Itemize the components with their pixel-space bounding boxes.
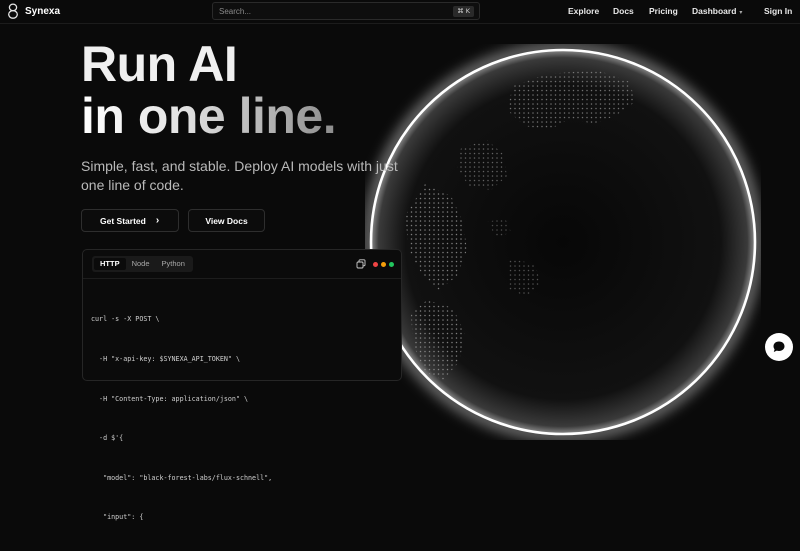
view-docs-label: View Docs: [205, 215, 248, 226]
nav-link-dashboard[interactable]: Dashboard ▾: [692, 6, 742, 16]
nav-link-pricing[interactable]: Pricing: [649, 6, 678, 16]
code-block: curl -s -X POST \ -H "x-api-key: $SYNEXA…: [91, 287, 272, 551]
brand-logo[interactable]: Synexa: [7, 3, 60, 19]
globe-illustration: [365, 44, 761, 440]
view-docs-button[interactable]: View Docs: [188, 209, 265, 232]
code-panel-divider: [83, 278, 401, 279]
chat-support-button[interactable]: [765, 333, 793, 361]
nav-link-docs[interactable]: Docs: [613, 6, 634, 16]
code-line: -H "x-api-key: $SYNEXA_API_TOKEN" \: [91, 355, 240, 364]
code-line: -d $'{: [91, 434, 124, 443]
hero-subtitle: Simple, fast, and stable. Deploy AI mode…: [81, 158, 398, 193]
brand-name: Synexa: [25, 5, 61, 17]
window-dots: [373, 262, 394, 267]
tab-node[interactable]: Node: [126, 258, 156, 270]
code-line: curl -s -X POST \: [91, 315, 160, 324]
hero-title: Run AI in one line.: [81, 36, 337, 144]
chat-bubble-icon: [773, 341, 785, 352]
get-started-button[interactable]: Get Started ›: [81, 209, 179, 232]
search-input[interactable]: Search...: [219, 7, 251, 16]
tab-http[interactable]: HTTP: [94, 258, 126, 270]
window-dot-red: [373, 262, 378, 267]
window-dot-green: [389, 262, 394, 267]
hero-title-line-1: Run AI: [81, 36, 238, 92]
code-line: -H "Content-Type: application/json" \: [91, 394, 249, 403]
hero-title-line-2: in one line.: [81, 88, 337, 144]
nav-link-explore[interactable]: Explore: [568, 6, 599, 16]
search-bar[interactable]: Search... ⌘ K: [212, 2, 480, 20]
nav-link-sign-in[interactable]: Sign In: [764, 6, 792, 16]
code-example-panel: HTTP Node Python curl -s -X POST \ -H "x…: [82, 249, 402, 521]
infinity-logo-icon: [8, 3, 18, 19]
code-line: "input": {: [91, 513, 144, 522]
chevron-down-icon: ▾: [739, 10, 743, 16]
copy-icon[interactable]: [356, 259, 366, 269]
nav-link-dashboard-label: Dashboard: [692, 6, 737, 16]
search-shortcut-badge: ⌘ K: [453, 6, 474, 17]
get-started-label: Get Started: [100, 215, 146, 226]
code-line: "model": "black-forest-labs/flux-schnell…: [91, 473, 273, 482]
language-tabs: HTTP Node Python: [92, 256, 193, 272]
window-dot-yellow: [381, 262, 386, 267]
chevron-right-icon: ›: [155, 215, 160, 226]
top-navbar: Synexa Search... ⌘ K Explore Docs Pricin…: [0, 0, 800, 24]
tab-python[interactable]: Python: [156, 258, 191, 270]
